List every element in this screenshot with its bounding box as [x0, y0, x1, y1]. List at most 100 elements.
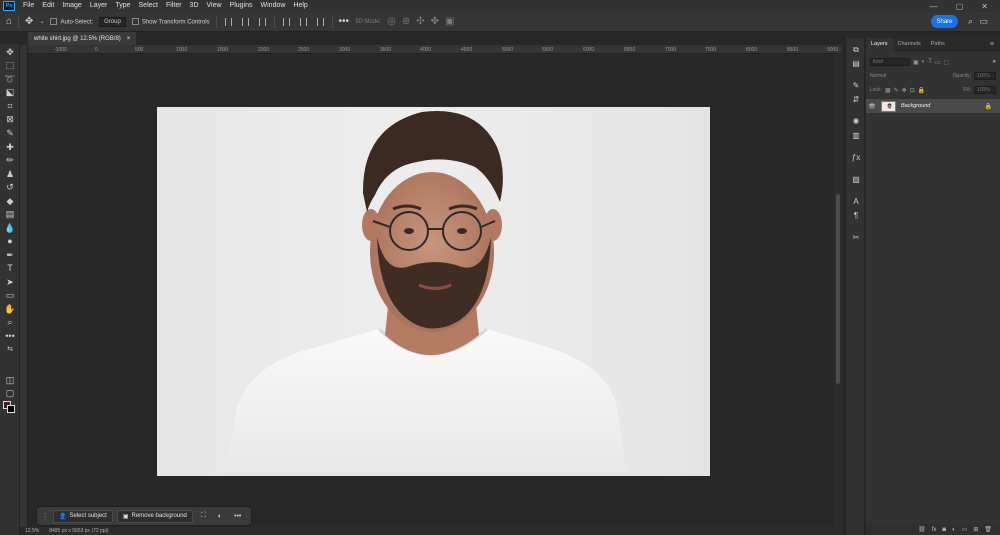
lock-artboard-icon[interactable]: ⊡ [910, 87, 915, 94]
3d-scale-icon[interactable]: ▣ [445, 16, 454, 27]
crop-tool-icon[interactable]: ⌗ [4, 101, 16, 112]
opacity-input[interactable]: 100% [974, 72, 996, 80]
zoom-level[interactable]: 12.5% [25, 528, 39, 534]
default-colors-icon[interactable]: ⇆ [4, 344, 16, 355]
menu-image[interactable]: Image [58, 0, 85, 12]
tab-channels[interactable]: Channels [893, 38, 926, 51]
menu-edit[interactable]: Edit [38, 0, 58, 12]
maximize-icon[interactable]: ▢ [956, 2, 964, 11]
panel-menu-icon[interactable]: ≡ [990, 41, 1000, 48]
frame-tool-icon[interactable]: ⊠ [4, 114, 16, 125]
menu-file[interactable]: File [19, 0, 38, 12]
document-image[interactable] [157, 107, 710, 476]
workspace-icon[interactable]: ▭ [979, 16, 988, 27]
close-icon[interactable]: ✕ [981, 2, 988, 11]
rectangle-tool-icon[interactable]: ▭ [4, 290, 16, 301]
3d-orbit-icon[interactable]: ◎ [387, 16, 396, 27]
history-panel-icon[interactable]: ⧉ [850, 44, 862, 55]
menu-window[interactable]: Window [257, 0, 290, 12]
adjustment-filter-icon[interactable]: ◐ [922, 59, 926, 65]
lock-all-icon[interactable]: 🔒 [918, 87, 925, 94]
show-transform-checkbox[interactable]: Show Transform Controls [131, 17, 210, 25]
layer-row-background[interactable]: 👁 Background 🔒 [866, 99, 1000, 113]
more-tools-icon[interactable]: ••• [4, 331, 16, 342]
hand-tool-icon[interactable]: ✋ [4, 304, 16, 315]
more-options-icon[interactable]: ••• [230, 513, 245, 520]
menu-select[interactable]: Select [135, 0, 162, 12]
menu-type[interactable]: Type [111, 0, 134, 12]
new-layer-icon[interactable]: ⊞ [973, 526, 978, 533]
remove-background-button[interactable]: ▣ Remove background [116, 509, 193, 523]
marquee-tool-icon[interactable]: ⬚ [4, 60, 16, 71]
menu-help[interactable]: Help [289, 0, 311, 12]
auto-select-dropdown[interactable]: Group [99, 16, 126, 27]
swatches-panel-icon[interactable]: ⇵ [850, 94, 862, 105]
close-tab-icon[interactable]: × [127, 36, 131, 42]
pen-tool-icon[interactable]: ✒ [4, 250, 16, 261]
select-subject-button[interactable]: 👤 Select subject [53, 509, 113, 523]
document-tab[interactable]: white shirt.jpg @ 12.5% (RGB/8) × [28, 32, 137, 45]
lock-transparent-icon[interactable]: ▦ [885, 87, 891, 94]
adjustment-icon[interactable]: ◐ [214, 513, 226, 520]
more-options-icon[interactable]: ••• [339, 16, 350, 27]
healing-brush-tool-icon[interactable]: ✚ [4, 142, 16, 153]
share-button[interactable]: Share [931, 15, 958, 28]
3d-pan-icon[interactable]: ✣ [416, 16, 424, 27]
blur-tool-icon[interactable]: 💧 [4, 223, 16, 234]
menu-filter[interactable]: Filter [162, 0, 186, 12]
menu-plugins[interactable]: Plugins [226, 0, 257, 12]
lasso-tool-icon[interactable]: ➰ [4, 74, 16, 85]
brush-settings-icon[interactable]: ✎ [850, 80, 862, 91]
transform-icon[interactable]: ⛶ [197, 512, 210, 520]
eye-icon[interactable]: 👁 [866, 103, 878, 110]
navigator-panel-icon[interactable]: ▨ [850, 174, 862, 185]
clone-stamp-tool-icon[interactable]: ♟ [4, 169, 16, 180]
brush-tool-icon[interactable]: ✏ [4, 155, 16, 166]
align-middle-icon[interactable] [299, 17, 307, 26]
type-filter-icon[interactable]: T [928, 59, 932, 65]
link-layers-icon[interactable]: ⛓ [918, 526, 926, 533]
quick-mask-icon[interactable]: ◫ [4, 375, 16, 386]
minimize-icon[interactable]: — [930, 2, 938, 11]
vertical-scroll-thumb[interactable] [836, 194, 840, 384]
dodge-tool-icon[interactable]: ● [4, 236, 16, 247]
tab-paths[interactable]: Paths [926, 38, 950, 51]
fill-input[interactable]: 100% [974, 86, 996, 94]
blend-mode-dropdown[interactable]: Normal [870, 73, 886, 79]
properties-panel-icon[interactable]: ƒx [850, 152, 862, 163]
smart-object-filter-icon[interactable]: ⬚ [944, 59, 950, 66]
paragraph-panel-icon[interactable]: ¶ [850, 210, 862, 221]
gradient-tool-icon[interactable]: ▤ [4, 209, 16, 220]
filter-toggle-icon[interactable]: ● [992, 59, 996, 65]
chevron-down-icon[interactable]: ⌄ [39, 18, 44, 25]
eyedropper-tool-icon[interactable]: ✎ [4, 128, 16, 139]
kind-filter-dropdown[interactable]: Kind [870, 58, 910, 66]
tab-layers[interactable]: Layers [866, 37, 893, 51]
lock-position-icon[interactable]: ✥ [902, 87, 907, 94]
horizontal-scrollbar[interactable] [28, 527, 842, 535]
adjustments-panel-icon[interactable]: ✺ [850, 116, 862, 127]
fx-icon[interactable]: fx [932, 527, 937, 533]
type-tool-icon[interactable]: T [4, 263, 16, 274]
home-icon[interactable]: ⌂ [6, 16, 12, 27]
align-bottom-icon[interactable] [316, 17, 324, 26]
history-brush-tool-icon[interactable]: ↺ [4, 182, 16, 193]
menu-layer[interactable]: Layer [86, 0, 112, 12]
align-left-icon[interactable] [224, 17, 232, 26]
zoom-tool-icon[interactable]: ⌕ [4, 317, 16, 328]
libraries-panel-icon[interactable]: ▥ [850, 130, 862, 141]
search-icon[interactable]: ⌕ [968, 16, 973, 27]
vertical-scrollbar[interactable] [834, 54, 842, 527]
move-tool-icon[interactable]: ✥ [4, 47, 16, 58]
object-selection-tool-icon[interactable]: ⬕ [4, 87, 16, 98]
eraser-tool-icon[interactable]: ◆ [4, 196, 16, 207]
delete-layer-icon[interactable]: 🗑 [984, 526, 992, 533]
3d-slide-icon[interactable]: ✤ [431, 16, 439, 27]
align-center-icon[interactable] [241, 17, 249, 26]
pixel-filter-icon[interactable]: ▣ [913, 59, 919, 66]
menu-3d[interactable]: 3D [186, 0, 203, 12]
add-mask-icon[interactable]: ◙ [942, 527, 946, 533]
path-selection-tool-icon[interactable]: ➤ [4, 277, 16, 288]
align-top-icon[interactable] [282, 17, 290, 26]
comments-panel-icon[interactable]: ▤ [850, 58, 862, 69]
